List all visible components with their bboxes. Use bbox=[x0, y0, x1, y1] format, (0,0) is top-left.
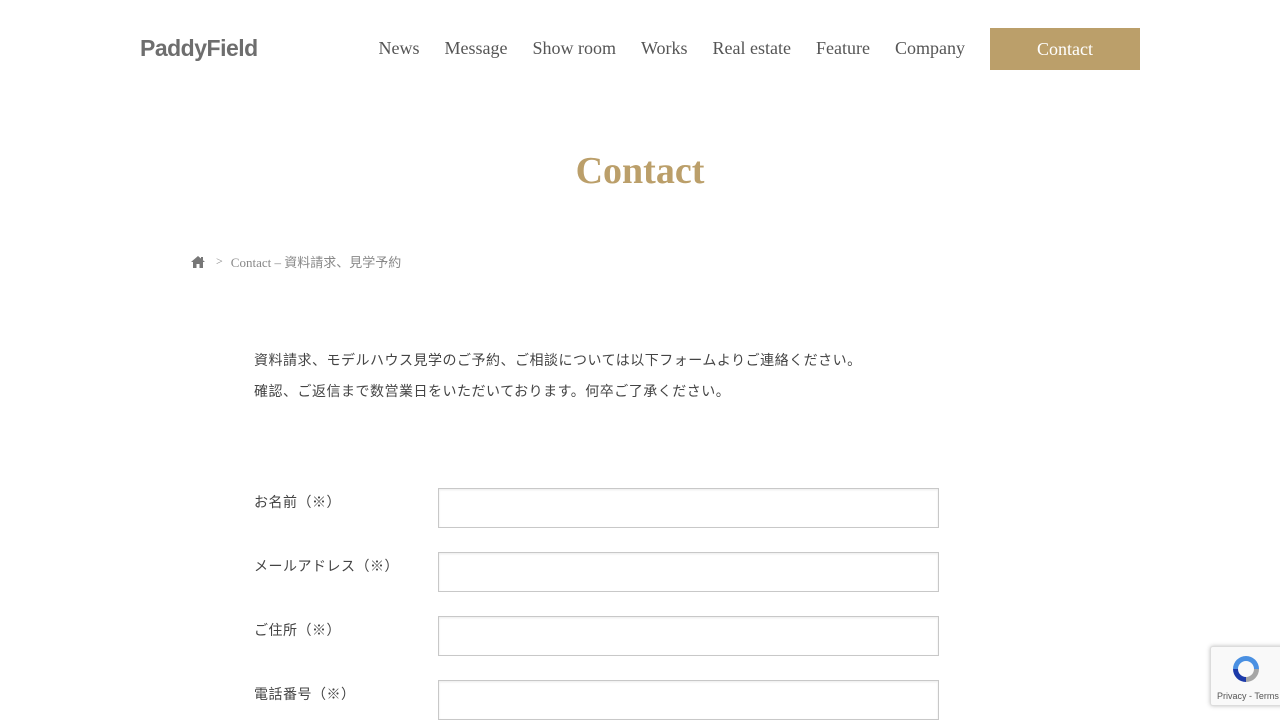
phone-input[interactable] bbox=[438, 680, 939, 720]
nav-feature[interactable]: Feature bbox=[816, 36, 870, 60]
email-input[interactable] bbox=[438, 552, 939, 592]
form-row-address: ご住所（※） bbox=[254, 616, 940, 656]
intro-line-2: 確認、ご返信まで数営業日をいただいております。何卒ご了承ください。 bbox=[254, 385, 731, 400]
nav-works[interactable]: Works bbox=[641, 36, 688, 60]
page-title: Contact bbox=[575, 150, 705, 192]
nav-message[interactable]: Message bbox=[445, 36, 508, 60]
phone-label: 電話番号（※） bbox=[254, 688, 356, 703]
main-nav: News Message Show room Works Real estate… bbox=[354, 36, 966, 60]
intro-line-1: 資料請求、モデルハウス見学のご予約、ご相談については以下フォームよりご連絡くださ… bbox=[254, 354, 862, 369]
form-row-name: お名前（※） bbox=[254, 488, 940, 528]
breadcrumb-current: Contact – 資料請求、見学予約 bbox=[230, 255, 402, 270]
site-logo[interactable]: PaddyField bbox=[140, 33, 258, 63]
nav-news[interactable]: News bbox=[379, 36, 420, 60]
email-label: メールアドレス（※） bbox=[254, 560, 399, 575]
recaptcha-icon bbox=[1233, 656, 1259, 682]
form-row-email: メールアドレス（※） bbox=[254, 552, 940, 592]
address-label: ご住所（※） bbox=[254, 624, 341, 639]
recaptcha-badge[interactable]: Privacy - Terms bbox=[1210, 646, 1280, 706]
site-header: PaddyField News Message Show room Works … bbox=[0, 0, 1280, 100]
address-input[interactable] bbox=[438, 616, 939, 656]
home-icon[interactable] bbox=[190, 255, 206, 269]
nav-real-estate[interactable]: Real estate bbox=[713, 36, 791, 60]
breadcrumb-separator: > bbox=[216, 254, 223, 268]
recaptcha-links[interactable]: Privacy - Terms bbox=[1217, 691, 1279, 701]
nav-show-room[interactable]: Show room bbox=[532, 36, 616, 60]
name-input[interactable] bbox=[438, 488, 939, 528]
name-label: お名前（※） bbox=[254, 496, 341, 511]
breadcrumb: > Contact – 資料請求、見学予約 bbox=[190, 252, 401, 271]
intro-text: 資料請求、モデルハウス見学のご予約、ご相談については以下フォームよりご連絡くださ… bbox=[254, 346, 862, 408]
nav-company[interactable]: Company bbox=[895, 36, 965, 60]
contact-button[interactable]: Contact bbox=[990, 28, 1140, 70]
form-row-phone: 電話番号（※） bbox=[254, 680, 940, 720]
